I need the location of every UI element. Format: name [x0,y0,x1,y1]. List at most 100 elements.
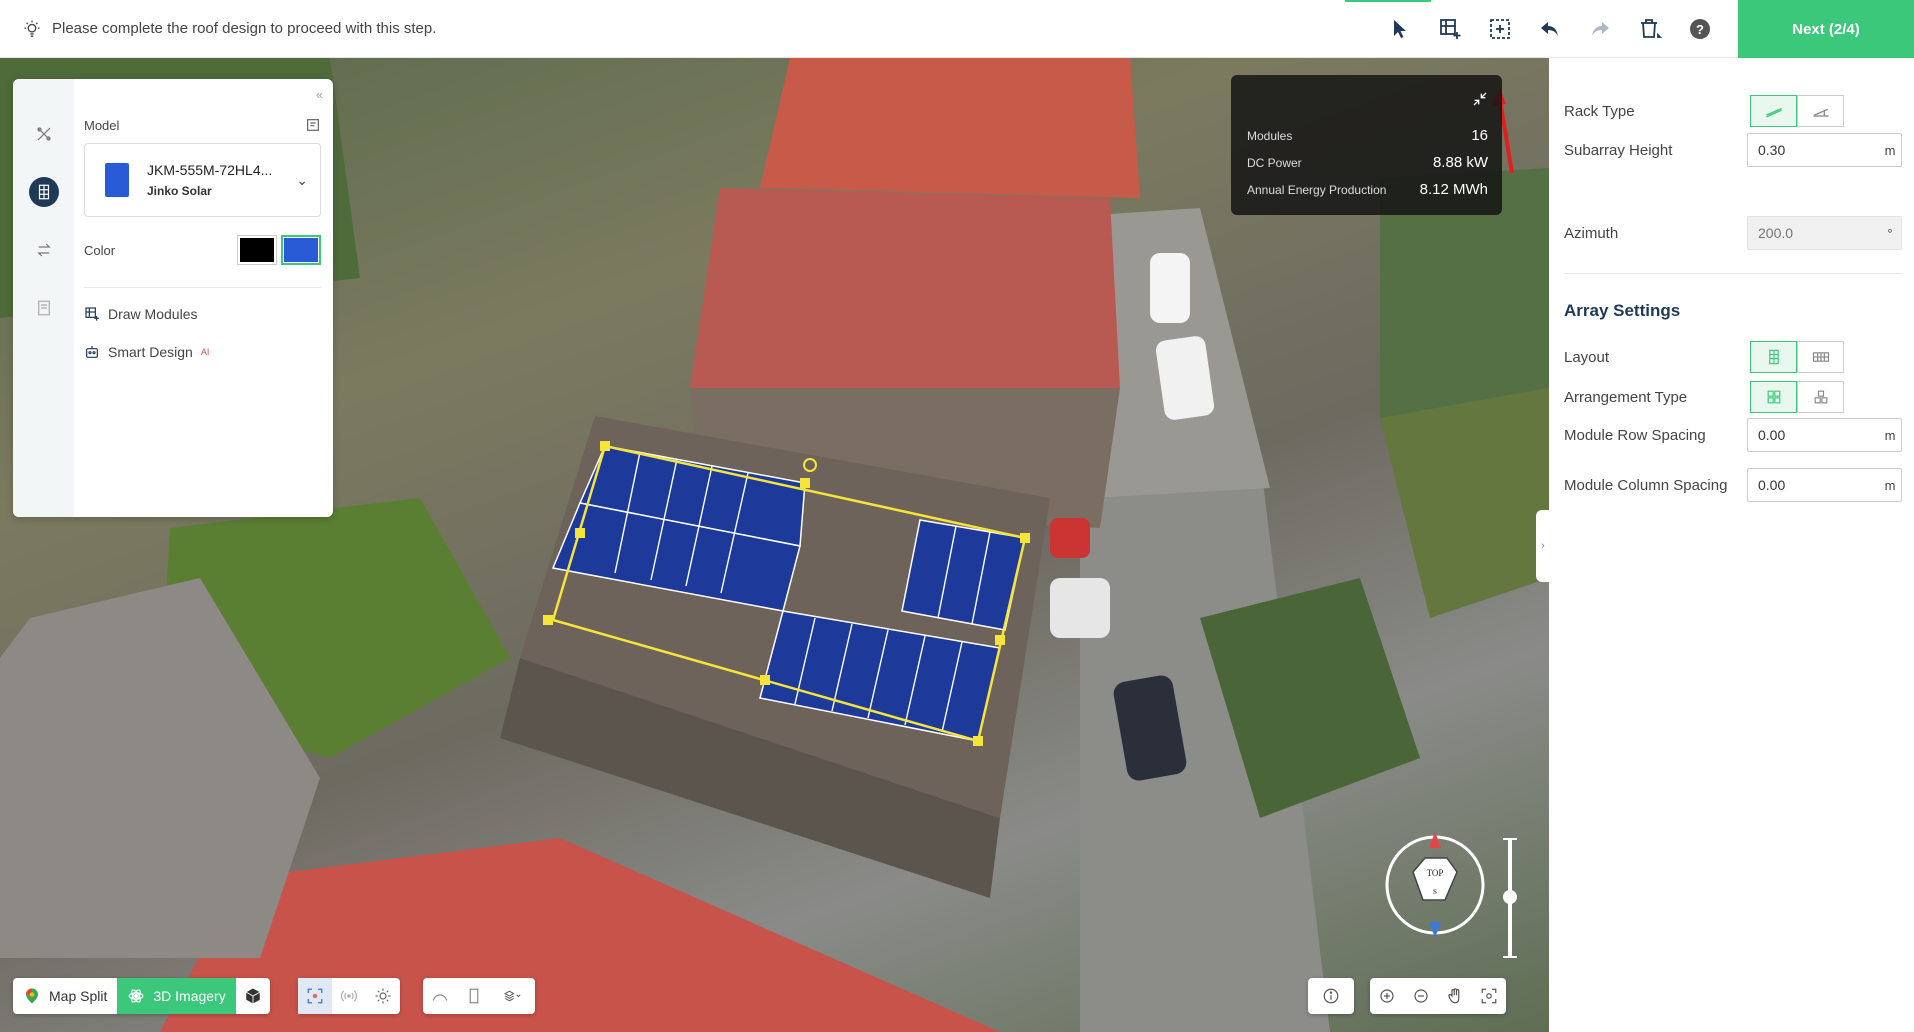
focus-view-button[interactable] [298,978,332,1014]
staggered-arrangement-icon [1814,390,1827,404]
layer-bar [423,978,535,1014]
zoom-out-button[interactable] [1404,978,1438,1014]
panel-rail [13,79,74,517]
color-label: Color [84,242,116,258]
tilt-slider[interactable] [1503,838,1517,958]
module-layer-button[interactable] [457,978,491,1014]
view-mode-bar [298,978,400,1014]
right-panel-toggle[interactable]: › [1536,510,1550,582]
annual-energy-label: Annual Energy Production [1247,183,1387,197]
azimuth-input: ° [1747,216,1902,250]
hand-icon [1448,988,1460,1004]
zoom-in-button[interactable] [1370,978,1404,1014]
undo-icon [1541,22,1558,36]
subarray-height-row: Subarray Height m [1564,133,1902,167]
arrangement-staggered-option[interactable] [1797,381,1844,413]
azimuth-row: Azimuth ° [1564,216,1902,250]
cube-view-button[interactable] [236,978,270,1014]
sun-button[interactable] [366,978,400,1014]
compass[interactable]: TOP S [1385,830,1485,940]
rail-modules-button[interactable] [28,177,59,207]
next-step-button[interactable]: Next (2/4) [1738,0,1914,58]
redo-button[interactable] [1575,0,1625,58]
layout-portrait-option[interactable] [1750,341,1797,373]
arrangement-row: Arrangement Type [1564,381,1902,413]
rail-tools-button[interactable] [29,119,59,149]
subarray-height-input[interactable]: m [1747,133,1902,167]
slider-cap-top [1503,838,1517,840]
signal-button[interactable] [332,978,366,1014]
dc-power-label: DC Power [1247,156,1302,170]
column-spacing-row: Module Column Spacing m [1564,468,1902,502]
row-spacing-row: Module Row Spacing m [1564,418,1902,452]
grid-plus-icon [1440,19,1461,39]
insert-module-tool[interactable] [1475,0,1525,58]
panel-content: « Model JKM-555M-72HL4... Jinko Solar ⌄ … [74,79,333,517]
map-split-button[interactable]: Map Split [13,978,117,1014]
zoom-controls [1370,978,1506,1014]
layers-dropdown[interactable] [491,978,535,1014]
fit-view-button[interactable] [1472,978,1506,1014]
row-spacing-input[interactable]: m [1747,418,1902,452]
color-swatch-blue[interactable] [281,235,321,265]
arrangement-grid-option[interactable] [1750,381,1797,413]
tilt-mount-icon [1813,108,1828,117]
grid-plus-icon [85,307,99,321]
model-label: Model [84,117,120,133]
chevron-down-icon: ⌄ [296,172,308,188]
module-icon [38,184,49,200]
smart-design-label: Smart Design [108,344,193,360]
slider-knob[interactable] [1503,890,1517,904]
arrangement-toggle [1750,381,1844,413]
tools-icon [36,127,51,141]
tip-text: Please complete the roof design to proce… [52,20,437,37]
draw-modules-button[interactable]: Draw Modules [84,306,321,322]
smart-design-button[interactable]: Smart Design AI [84,344,321,360]
terrain-button[interactable] [423,978,457,1014]
model-header: Model [84,117,321,133]
help-button[interactable]: ? [1675,0,1725,58]
subarray-height-unit: m [1884,142,1896,158]
select-tool[interactable] [1375,0,1425,58]
compass-direction-label: S [1433,888,1437,896]
undo-button[interactable] [1525,0,1575,58]
flush-mount-icon [1765,107,1782,118]
compass-top-label: TOP [1427,868,1444,878]
array-settings-title: Array Settings [1564,301,1681,320]
model-library-icon[interactable] [305,117,321,133]
collapse-chevron-icon[interactable]: « [316,87,323,102]
color-swatch-black[interactable] [237,235,277,265]
collapse-arrows-icon[interactable] [1472,91,1488,107]
rail-report-button[interactable] [29,293,59,323]
layout-landscape-option[interactable] [1797,341,1844,373]
fit-view-icon [1481,988,1497,1004]
column-spacing-input[interactable]: m [1747,468,1902,502]
rack-flush-option[interactable] [1750,95,1797,127]
model-select[interactable]: JKM-555M-72HL4... Jinko Solar ⌄ [84,143,321,217]
subarray-height-field[interactable] [1748,142,1879,158]
rack-tilt-option[interactable] [1797,95,1844,127]
ai-badge: AI [200,347,210,357]
row-spacing-field[interactable] [1748,427,1879,443]
column-spacing-unit: m [1884,477,1896,493]
modules-label: Modules [1247,129,1293,143]
row-spacing-unit: m [1884,427,1896,443]
focus-icon [307,988,323,1004]
color-row: Color [84,235,321,265]
pan-button[interactable] [1438,978,1472,1014]
cube-icon [245,988,260,1004]
info-button[interactable] [1314,978,1348,1014]
trash-icon [1641,19,1662,38]
zoom-out-icon [1414,989,1428,1003]
rail-wiring-button[interactable] [29,235,59,265]
3d-imagery-button[interactable]: 3D Imagery [117,978,236,1014]
sun-icon [375,988,391,1004]
layout-label: Layout [1564,348,1610,366]
grid-arrangement-icon [1767,390,1780,404]
delete-button[interactable] [1625,0,1675,58]
azimuth-label: Azimuth [1564,224,1619,242]
add-array-tool[interactable] [1425,0,1475,58]
column-spacing-field[interactable] [1748,477,1879,493]
dc-power-value: 8.88 kW [1432,154,1488,171]
array-stats: Modules 16 DC Power 8.88 kW Annual Energ… [1231,75,1502,215]
